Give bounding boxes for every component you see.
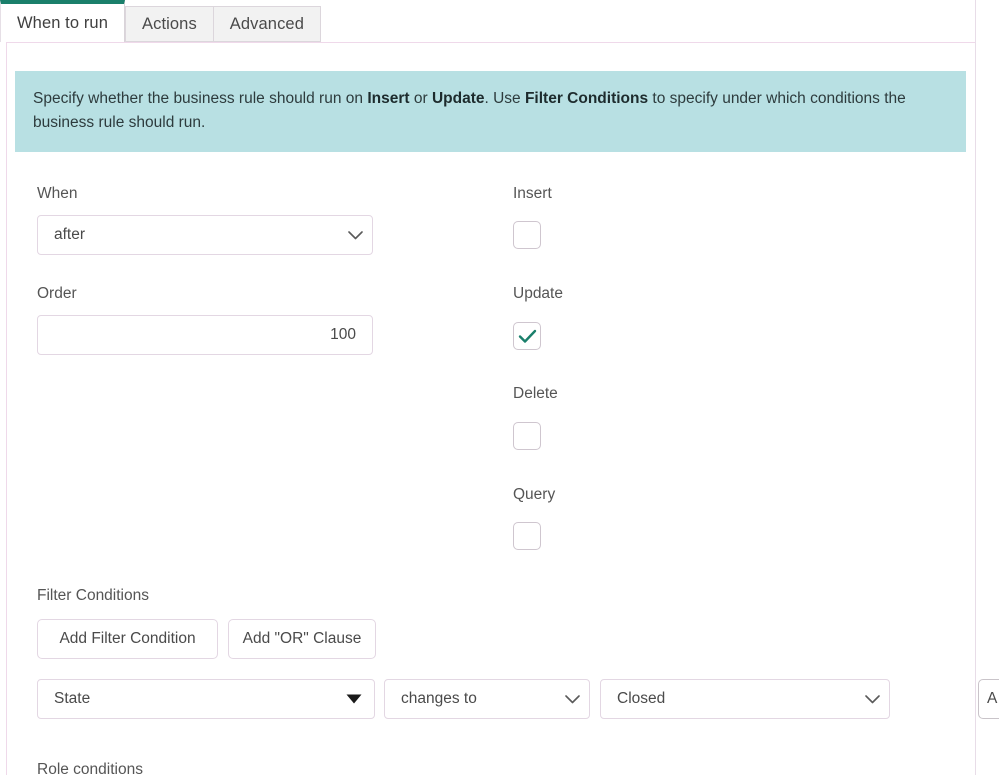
role-conditions-label: Role conditions [37,761,143,775]
query-label: Query [513,486,556,503]
tab-when-to-run-label: When to run [17,13,108,32]
order-input-value: 100 [330,326,356,343]
tab-advanced-label: Advanced [229,14,304,33]
add-filter-condition-button[interactable]: Add Filter Condition [37,619,218,659]
tab-actions[interactable]: Actions [124,6,214,42]
chevron-down-icon [338,230,372,240]
insert-label: Insert [513,185,552,202]
insert-checkbox[interactable] [513,221,541,249]
banner-text-1: Specify whether the business rule should… [33,90,368,107]
query-checkbox[interactable] [513,522,541,550]
filter-conditions-label: Filter Conditions [37,587,149,604]
condition-field-value: State [54,690,91,707]
check-icon [518,329,537,344]
add-or-clause-button-label: Add "OR" Clause [242,630,362,647]
caret-down-icon [334,694,374,704]
condition-operator-value: changes to [401,690,477,707]
tab-advanced[interactable]: Advanced [213,6,321,42]
order-input[interactable]: 100 [37,315,373,355]
condition-edge-button-label: A [987,690,998,707]
banner-text-3: . Use [484,90,525,107]
update-checkbox[interactable] [513,322,541,350]
add-filter-condition-button-label: Add Filter Condition [59,630,196,647]
condition-value-select[interactable]: Closed [600,679,890,719]
banner-insert-emphasis: Insert [367,90,410,107]
when-label: When [37,185,78,202]
info-banner: Specify whether the business rule should… [15,71,966,153]
right-divider [975,0,976,775]
add-or-clause-button[interactable]: Add "OR" Clause [228,619,376,659]
banner-text-2: or [409,90,432,107]
tab-strip: When to run Actions Advanced [0,0,999,42]
delete-checkbox[interactable] [513,422,541,450]
when-to-run-panel: Specify whether the business rule should… [6,42,975,775]
condition-field-select[interactable]: State [37,679,375,719]
tab-when-to-run[interactable]: When to run [0,0,125,42]
condition-edge-button[interactable]: A [978,679,999,719]
tab-actions-label: Actions [141,14,197,33]
when-select-value: after [54,226,86,243]
chevron-down-icon [855,694,889,704]
condition-operator-select[interactable]: changes to [384,679,590,719]
banner-text-4: to specify under which conditions [648,90,880,107]
delete-label: Delete [513,385,558,402]
when-select[interactable]: after [37,215,373,255]
update-label: Update [513,285,563,302]
chevron-down-icon [555,694,589,704]
order-label: Order [37,285,77,302]
condition-value-value: Closed [617,690,666,707]
banner-filter-conditions-emphasis: Filter Conditions [524,90,649,107]
banner-update-emphasis: Update [431,90,485,107]
